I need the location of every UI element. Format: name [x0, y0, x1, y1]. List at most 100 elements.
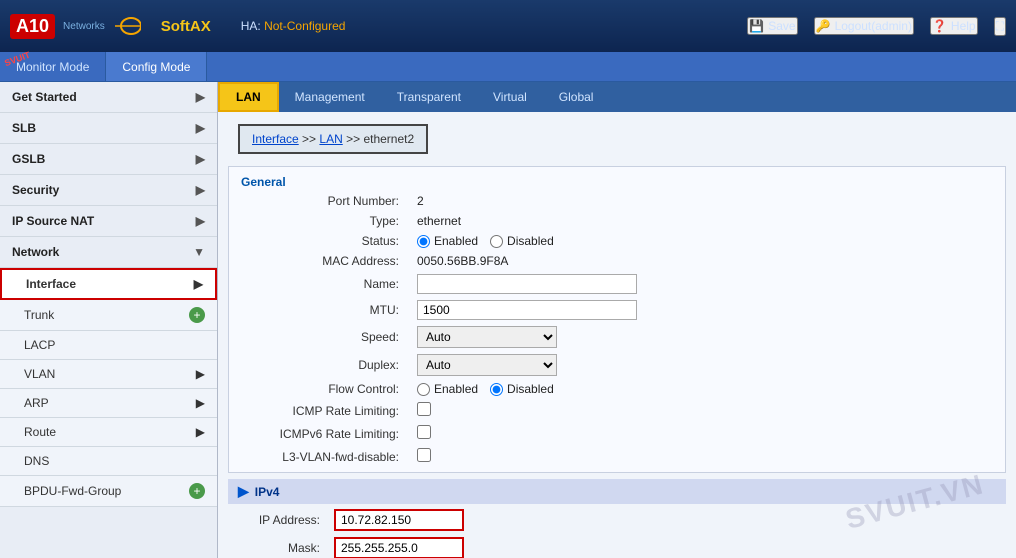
mtu-row: MTU: [229, 297, 1005, 323]
general-title: General [229, 171, 1005, 191]
port-number-row: Port Number: 2 [229, 191, 1005, 211]
port-number-value: 2 [409, 191, 1005, 211]
add-trunk-icon[interactable]: + [189, 307, 205, 323]
mode-bar: Monitor Mode SVUIT Config Mode [0, 52, 1016, 82]
sidebar-sub-interface[interactable]: Interface ▶ [0, 268, 217, 300]
speed-select[interactable]: Auto 10 100 1000 [417, 326, 557, 348]
logo-a10: A10 [10, 14, 55, 39]
flow-control-label: Flow Control: [229, 379, 409, 399]
icmpv6-label: ICMPv6 Rate Limiting: [229, 422, 409, 445]
tab-config-mode[interactable]: Config Mode [106, 52, 207, 81]
flow-control-radio-group: Enabled Disabled [417, 382, 997, 396]
tab-virtual[interactable]: Virtual [477, 82, 543, 112]
flow-enabled-option[interactable]: Enabled [417, 382, 478, 396]
flow-control-row: Flow Control: Enabled Disabled [229, 379, 1005, 399]
icmpv6-checkbox[interactable] [417, 425, 431, 439]
logout-button[interactable]: 🔑 Logout(admin) [814, 17, 914, 35]
mac-row: MAC Address: 0050.56BB.9F8A [229, 251, 1005, 271]
add-bpdu-icon[interactable]: + [189, 483, 205, 499]
icmpv6-row: ICMPv6 Rate Limiting: [229, 422, 1005, 445]
status-disabled-radio[interactable] [490, 235, 503, 248]
tab-management[interactable]: Management [279, 82, 381, 112]
main-content: Interface >> LAN >> ethernet2 General Po… [218, 112, 1016, 558]
flow-control-cell: Enabled Disabled [409, 379, 1005, 399]
sidebar-item-security-label: Security [12, 183, 59, 197]
flow-enabled-radio[interactable] [417, 383, 430, 396]
sidebar-sub-trunk[interactable]: Trunk + [0, 300, 217, 331]
ha-link[interactable]: Not-Configured [264, 19, 345, 33]
sidebar-sub-vlan-label: VLAN [24, 367, 55, 381]
breadcrumb-sep1: >> [302, 132, 319, 146]
sidebar-sub-vlan[interactable]: VLAN ▶ [0, 360, 217, 389]
sidebar-item-ip-source-nat-label: IP Source NAT [12, 214, 94, 228]
name-input[interactable] [417, 274, 637, 294]
sidebar-item-gslb[interactable]: GSLB ▶ [0, 144, 217, 175]
duplex-cell: Auto Full Half [409, 351, 1005, 379]
mask-label: Mask: [228, 541, 328, 555]
mask-row: Mask: [228, 534, 1006, 558]
sidebar-sub-trunk-label: Trunk [24, 308, 54, 322]
name-cell [409, 271, 1005, 297]
sidebar-item-network[interactable]: Network ▼ [0, 237, 217, 268]
flow-disabled-radio[interactable] [490, 383, 503, 396]
breadcrumb-lan-link[interactable]: LAN [319, 132, 342, 146]
arrow-right-icon: ▶ [194, 277, 203, 291]
mask-input[interactable] [334, 537, 464, 558]
sidebar-sub-lacp[interactable]: LACP [0, 331, 217, 360]
tab-global[interactable]: Global [543, 82, 610, 112]
expand-icon: ⛶ [996, 19, 1004, 34]
speed-label: Speed: [229, 323, 409, 351]
sidebar-sub-arp[interactable]: ARP ▶ [0, 389, 217, 418]
l3vlan-checkbox[interactable] [417, 448, 431, 462]
expand-button[interactable]: ⛶ [994, 17, 1006, 36]
mtu-cell [409, 297, 1005, 323]
mtu-label: MTU: [229, 297, 409, 323]
status-enabled-radio[interactable] [417, 235, 430, 248]
l3vlan-row: L3-VLAN-fwd-disable: [229, 445, 1005, 468]
ipv4-icon: ▶ [238, 483, 249, 500]
duplex-select[interactable]: Auto Full Half [417, 354, 557, 376]
status-enabled-option[interactable]: Enabled [417, 234, 478, 248]
sidebar-sub-dns[interactable]: DNS [0, 447, 217, 476]
chevron-down-icon: ▼ [193, 245, 205, 259]
sidebar-sub-bpdu-label: BPDU-Fwd-Group [24, 484, 121, 498]
sidebar-sub-route[interactable]: Route ▶ [0, 418, 217, 447]
mtu-input[interactable] [417, 300, 637, 320]
arrow-icon: ▶ [196, 396, 205, 410]
logo-icon [111, 15, 141, 37]
sidebar-item-get-started[interactable]: Get Started ▶ [0, 82, 217, 113]
status-disabled-option[interactable]: Disabled [490, 234, 554, 248]
sidebar-item-security[interactable]: Security ▶ [0, 175, 217, 206]
save-icon: 💾 [749, 19, 764, 33]
status-label: Status: [229, 231, 409, 251]
softax-label: SoftAX [161, 18, 211, 35]
name-row: Name: [229, 271, 1005, 297]
monitor-mode-label: Monitor Mode [16, 60, 89, 74]
sidebar-item-gslb-label: GSLB [12, 152, 45, 166]
ip-address-input[interactable] [334, 509, 464, 531]
status-radio-group: Enabled Disabled [417, 234, 997, 248]
l3vlan-label: L3-VLAN-fwd-disable: [229, 445, 409, 468]
speed-cell: Auto 10 100 1000 [409, 323, 1005, 351]
tab-monitor-mode[interactable]: Monitor Mode SVUIT [0, 52, 106, 81]
tab-transparent[interactable]: Transparent [381, 82, 477, 112]
sidebar-sub-lacp-label: LACP [24, 338, 55, 352]
main-layout: Get Started ▶ SLB ▶ GSLB ▶ Security ▶ IP… [0, 82, 1016, 558]
sidebar-item-ip-source-nat[interactable]: IP Source NAT ▶ [0, 206, 217, 237]
sidebar-item-slb[interactable]: SLB ▶ [0, 113, 217, 144]
tab-lan[interactable]: LAN [218, 82, 279, 112]
save-button[interactable]: 💾 Save [747, 17, 797, 35]
type-row: Type: ethernet [229, 211, 1005, 231]
duplex-label: Duplex: [229, 351, 409, 379]
sidebar-sub-bpdu-fwd-group[interactable]: BPDU-Fwd-Group + [0, 476, 217, 507]
breadcrumb-interface-link[interactable]: Interface [252, 132, 299, 146]
icmp-checkbox[interactable] [417, 402, 431, 416]
header-right: 💾 Save 🔑 Logout(admin) ❓ Help ⛶ [747, 17, 1006, 36]
lan-tabs: LAN Management Transparent Virtual Globa… [218, 82, 1016, 112]
arrow-icon: ▶ [196, 367, 205, 381]
sidebar-sub-dns-label: DNS [24, 454, 49, 468]
type-label: Type: [229, 211, 409, 231]
flow-disabled-option[interactable]: Disabled [490, 382, 554, 396]
logout-icon: 🔑 [816, 19, 831, 33]
help-button[interactable]: ❓ Help [930, 17, 978, 35]
